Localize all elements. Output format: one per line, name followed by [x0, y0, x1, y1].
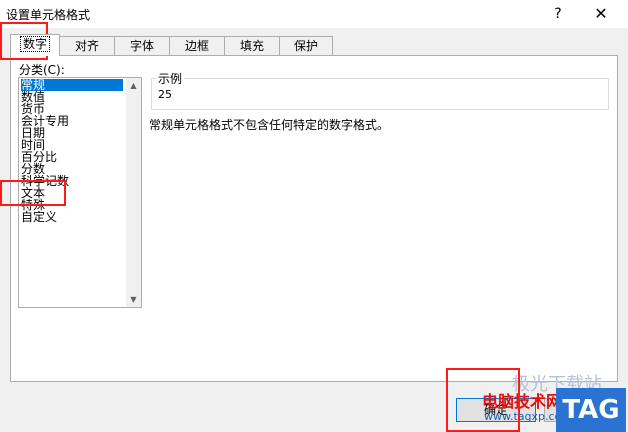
window-title: 设置单元格格式 — [6, 8, 91, 22]
highlight-box-text-item — [0, 180, 66, 206]
sample-group: 示例 25 — [151, 70, 609, 110]
tab-fill[interactable]: 填充 — [224, 36, 280, 55]
tab-label: 填充 — [239, 39, 264, 53]
title-bar: 设置单元格格式 ? ✕ — [0, 0, 628, 28]
category-scrollbar[interactable]: ▲ ▼ — [126, 78, 141, 307]
format-description: 常规单元格格式不包含任何特定的数字格式。 — [149, 118, 390, 132]
scroll-up-arrow-icon[interactable]: ▲ — [126, 78, 141, 93]
tab-label: 保护 — [293, 39, 318, 53]
tab-alignment[interactable]: 对齐 — [59, 36, 115, 55]
tab-label: 字体 — [129, 39, 154, 53]
sample-legend: 示例 — [156, 70, 185, 87]
help-button[interactable]: ? — [548, 4, 568, 24]
tab-font[interactable]: 字体 — [114, 36, 170, 55]
highlight-box-ok — [446, 368, 520, 432]
scroll-down-arrow-icon[interactable]: ▼ — [126, 292, 141, 307]
tab-number[interactable]: 数字 — [10, 34, 60, 56]
tab-label: 边框 — [184, 39, 209, 53]
tab-border[interactable]: 边框 — [169, 36, 225, 55]
tab-label: 数字 — [19, 36, 50, 52]
tab-protection[interactable]: 保护 — [279, 36, 333, 55]
tab-label: 对齐 — [74, 39, 99, 53]
watermark-tag-badge: TAG — [556, 388, 626, 432]
close-button[interactable]: ✕ — [590, 4, 612, 24]
category-item-custom[interactable]: 自定义 — [21, 211, 123, 223]
number-panel: 分类(C): 常规 数值 货币 会计专用 日期 时间 百分比 分数 科学记数 文… — [10, 55, 618, 382]
category-label: 分类(C): — [19, 63, 65, 77]
sample-value: 25 — [158, 88, 172, 101]
